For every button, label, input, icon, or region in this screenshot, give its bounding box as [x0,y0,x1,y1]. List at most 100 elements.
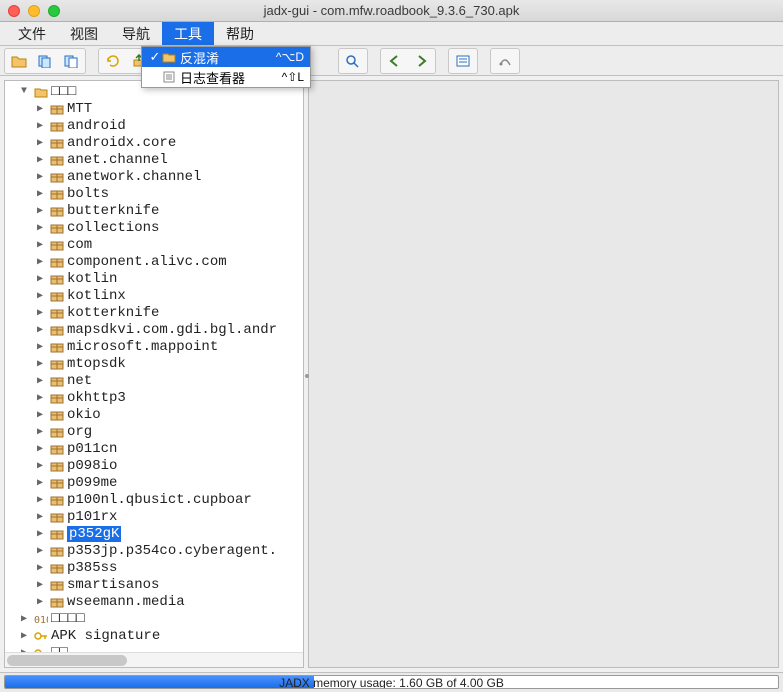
expand-arrow-icon[interactable]: ▶ [37,477,49,489]
expand-arrow-icon[interactable]: ▶ [37,256,49,268]
expand-arrow-icon[interactable]: ▶ [37,409,49,421]
menu-2[interactable]: 导航 [110,22,162,45]
expand-arrow-icon[interactable]: ▼ [21,86,33,97]
expand-arrow-icon[interactable]: ▶ [37,137,49,149]
deobfuscate-button[interactable] [450,50,476,72]
expand-arrow-icon[interactable]: ▶ [37,494,49,506]
tree-package-smartisanos[interactable]: ▶ smartisanos [5,576,303,593]
window-title: jadx-gui - com.mfw.roadbook_9.3.6_730.ap… [0,3,783,18]
add-files-button[interactable] [32,50,58,72]
tree-package-collections[interactable]: ▶collections [5,219,303,236]
sync-button[interactable] [100,50,126,72]
tree-package-org[interactable]: ▶org [5,423,303,440]
tree-package-bolts[interactable]: ▶bolts [5,185,303,202]
tree-package-mapsdkvi-com-gdi-bgl-andr[interactable]: ▶mapsdkvi.com.gdi.bgl.andr [5,321,303,338]
tree-package-p353jp-p354co-cyberagent-[interactable]: ▶p353jp.p354co.cyberagent. [5,542,303,559]
expand-arrow-icon[interactable]: ▶ [37,188,49,200]
expand-arrow-icon[interactable]: ▶ [37,562,49,574]
expand-arrow-icon[interactable]: ▶ [37,307,49,319]
menu-0[interactable]: 文件 [6,22,58,45]
expand-arrow-icon[interactable]: ▶ [37,358,49,370]
tree-package-p352gK[interactable]: ▶p352gK [5,525,303,542]
tree-package-kotterknife[interactable]: ▶ kotterknife [5,304,303,321]
tree-node-icon [49,340,65,354]
expand-arrow-icon[interactable]: ▶ [37,324,49,336]
expand-arrow-icon[interactable]: ▶ [37,375,49,387]
tree-package-p099me[interactable]: ▶p099me [5,474,303,491]
expand-arrow-icon[interactable]: ▶ [37,426,49,438]
horizontal-scrollbar[interactable] [5,652,303,667]
expand-arrow-icon[interactable]: ▶ [37,528,49,540]
dropdown-item-deobfuscate[interactable]: ✓反混淆^⌥D [142,47,310,67]
tree-tail-1[interactable]: ▶APK signature [5,627,303,644]
expand-arrow-icon[interactable]: ▶ [37,392,49,404]
expand-arrow-icon[interactable]: ▶ [21,613,33,625]
tree-package-okio[interactable]: ▶ okio [5,406,303,423]
tree-package-p100nl-qbusict-cupboar[interactable]: ▶p100nl.qbusict.cupboar [5,491,303,508]
zoom-window-button[interactable] [48,5,60,17]
menu-4[interactable]: 帮助 [214,22,266,45]
log-icon [162,71,180,83]
expand-arrow-icon[interactable]: ▶ [37,273,49,285]
tree-panel[interactable]: ▼□□□▶MTT▶android▶androidx.core▶anet.chan… [4,80,304,668]
tree-node-label: p101rx [67,509,117,525]
tree-package-p098io[interactable]: ▶p098io [5,457,303,474]
close-window-button[interactable] [8,5,20,17]
tree-package-anet-channel[interactable]: ▶anet.channel [5,151,303,168]
tree-package-okhttp3[interactable]: ▶okhttp3 [5,389,303,406]
expand-arrow-icon[interactable]: ▶ [37,171,49,183]
menu-1[interactable]: 视图 [58,22,110,45]
tree-node-label: kotterknife [67,305,159,321]
settings-button[interactable] [492,50,518,72]
back-button[interactable] [382,50,408,72]
tree-package-mtopsdk[interactable]: ▶mtopsdk [5,355,303,372]
expand-arrow-icon[interactable]: ▶ [37,154,49,166]
new-project-button[interactable] [58,50,84,72]
tree-package-net[interactable]: ▶net [5,372,303,389]
tree-tail-0[interactable]: ▶010□□□□ [5,610,303,627]
package-tree[interactable]: ▼□□□▶MTT▶android▶androidx.core▶anet.chan… [5,81,303,668]
forward-button[interactable] [408,50,434,72]
expand-arrow-icon[interactable]: ▶ [21,630,33,642]
tree-package-p385ss[interactable]: ▶p385ss [5,559,303,576]
tree-node-icon [49,544,65,558]
expand-arrow-icon[interactable]: ▶ [37,290,49,302]
tree-package-p011cn[interactable]: ▶p011cn [5,440,303,457]
expand-arrow-icon[interactable]: ▶ [37,511,49,523]
tree-package-kotlin[interactable]: ▶kotlin [5,270,303,287]
tree-package-component-alivc-com[interactable]: ▶component.alivc.com [5,253,303,270]
tree-package-anetwork-channel[interactable]: ▶anetwork.channel [5,168,303,185]
expand-arrow-icon[interactable]: ▶ [37,579,49,591]
tree-node-icon [49,221,65,235]
tree-package-MTT[interactable]: ▶MTT [5,100,303,117]
search-button[interactable] [340,50,366,72]
tree-package-butterknife[interactable]: ▶butterknife [5,202,303,219]
tree-package-android[interactable]: ▶android [5,117,303,134]
tree-package-com[interactable]: ▶com [5,236,303,253]
splitter-handle[interactable] [305,374,309,378]
tree-node-label: okio [67,407,101,423]
open-file-button[interactable] [6,50,32,72]
tree-node-label: smartisanos [67,577,159,593]
tree-package-androidx-core[interactable]: ▶androidx.core [5,134,303,151]
tree-package-wseemann-media[interactable]: ▶wseemann.media [5,593,303,610]
tree-package-microsoft-mappoint[interactable]: ▶microsoft.mappoint [5,338,303,355]
expand-arrow-icon[interactable]: ▶ [37,545,49,557]
expand-arrow-icon[interactable]: ▶ [37,460,49,472]
expand-arrow-icon[interactable]: ▶ [37,341,49,353]
minimize-window-button[interactable] [28,5,40,17]
tree-node-icon [49,476,65,490]
expand-arrow-icon[interactable]: ▶ [37,205,49,217]
tree-node-icon [49,595,65,609]
expand-arrow-icon[interactable]: ▶ [37,222,49,234]
tree-package-kotlinx[interactable]: ▶kotlinx [5,287,303,304]
tree-package-p101rx[interactable]: ▶ p101rx [5,508,303,525]
deobfuscate-icon [162,51,180,63]
menu-3[interactable]: 工具 [162,22,214,45]
expand-arrow-icon[interactable]: ▶ [37,239,49,251]
dropdown-item-log[interactable]: 日志查看器^⇧L [142,67,310,87]
expand-arrow-icon[interactable]: ▶ [37,596,49,608]
expand-arrow-icon[interactable]: ▶ [37,103,49,115]
expand-arrow-icon[interactable]: ▶ [37,120,49,132]
expand-arrow-icon[interactable]: ▶ [37,443,49,455]
